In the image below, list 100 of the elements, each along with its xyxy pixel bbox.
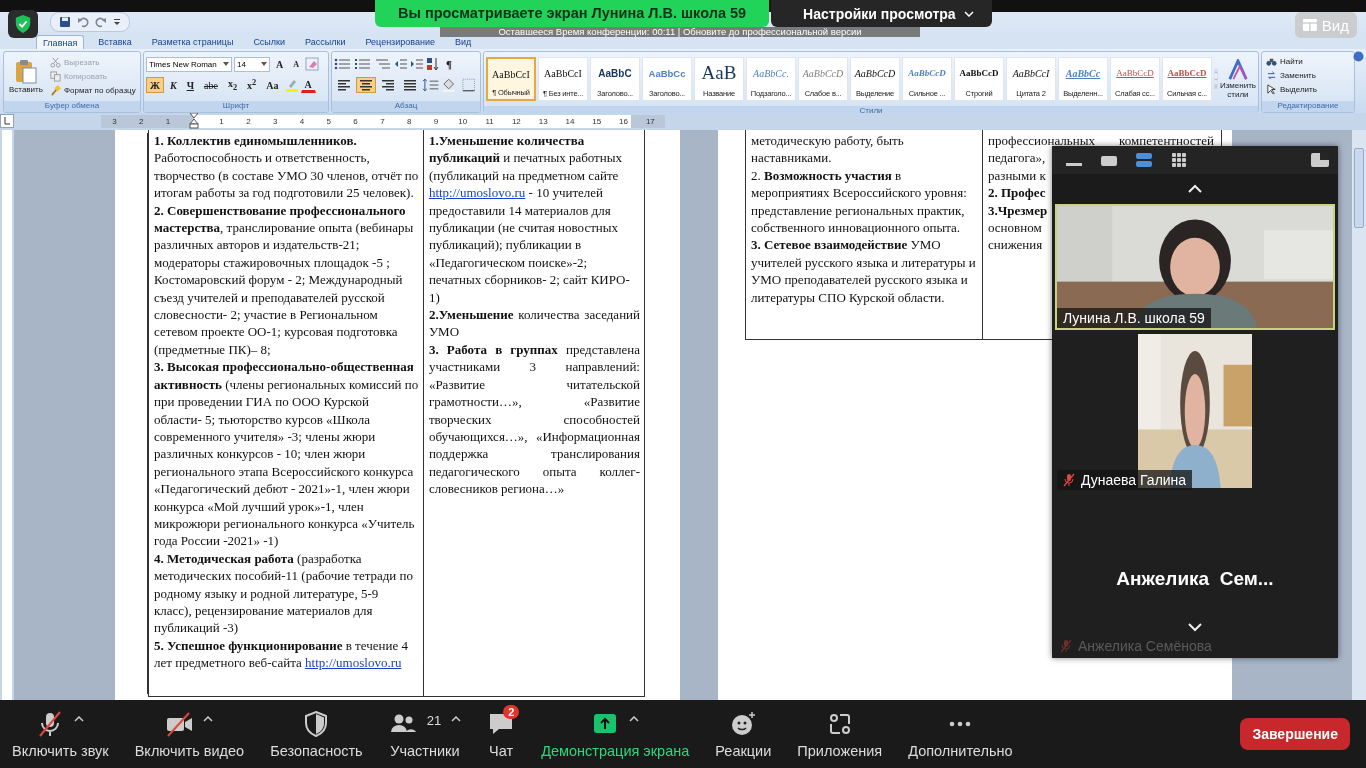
chevron-up-icon[interactable]: [1187, 184, 1203, 194]
ruler-number: 12: [510, 116, 522, 128]
align-button[interactable]: [356, 77, 376, 93]
dropdown-icon: [223, 62, 229, 66]
multilevel-list-icon[interactable]: [374, 57, 392, 71]
format-button[interactable]: x$_{2}$: [223, 77, 242, 93]
chevron-down-icon[interactable]: [1187, 622, 1203, 632]
group-label: Шрифт: [144, 101, 328, 112]
paragraph: 2. Совершенствование профессионального мастерства, транслирование опыта (вебинары различных авторов и издательств-21; модераторы стажировочных площадок -5 ; Костомаровский форум - 2; Международный съезд учителей и преподавателей русской словесности- 2; участие в Региональном сетевом проекте ОО-1; курсовая подготовка (предметные ПК)– 8;: [154, 201, 415, 359]
borders-icon[interactable]: [460, 78, 478, 92]
ribbon-tab[interactable]: Вид: [448, 35, 478, 49]
show-marks-button[interactable]: ¶: [442, 56, 456, 72]
group-label: Буфер обмена: [4, 101, 140, 112]
decrease-indent-icon[interactable]: [394, 57, 408, 71]
ribbon-tab[interactable]: Вставка: [92, 35, 138, 49]
ruler-number: 1: [218, 116, 225, 128]
toolbar-button[interactable]: [729, 710, 758, 738]
customize-caret-icon[interactable]: [113, 18, 121, 26]
shrink-font-button[interactable]: A: [289, 56, 303, 72]
ribbon-tab[interactable]: Главная: [36, 35, 85, 49]
increase-indent-icon[interactable]: [410, 57, 424, 71]
undo-icon[interactable]: [77, 16, 89, 28]
paragraph: 1. Коллектив единомышленников. Работоспособность и ответственность, творчество (в составе УМО 30 членов, отчёт по итогам работы за год подготовили 25 человек).: [154, 132, 419, 202]
text-line: снижения: [988, 236, 1043, 254]
unread-badge: 2: [503, 705, 520, 719]
caret-icon[interactable]: [451, 716, 462, 722]
toolbar-label: Дополнительно: [908, 743, 1013, 759]
font-size-field[interactable]: 14: [234, 56, 270, 72]
copy-icon: [49, 71, 61, 82]
font-color-button[interactable]: A: [300, 77, 316, 93]
toolbar-label: Демонстрация экрана: [541, 743, 690, 759]
format-button[interactable]: Ч: [182, 77, 199, 93]
toolbar-label: Включить звук: [12, 743, 109, 759]
text-line: 3.Чрезмер: [988, 201, 1048, 220]
paragraph: 3. Сетевое взаимодействие УМО учителей русского языка и литературы и УМО преподавателей русского языка и литературы СПО Курской области.: [751, 236, 977, 307]
paste-button[interactable]: Вставить: [6, 59, 46, 94]
caret-icon[interactable]: [629, 716, 640, 722]
caret-icon[interactable]: [74, 716, 85, 722]
link[interactable]: http://umoslovo.ru: [305, 655, 402, 671]
align-icon: [381, 79, 395, 91]
align-icon: [359, 79, 373, 91]
ruler-number: 15: [591, 116, 603, 128]
link[interactable]: http://umoslovo.ru: [428, 185, 526, 201]
grow-font-button[interactable]: A: [272, 56, 288, 72]
ruler-number: 6: [352, 116, 359, 128]
text-line: 2. Профес: [988, 184, 1046, 202]
bullet-list-icon[interactable]: [334, 57, 352, 71]
redo-icon[interactable]: [95, 16, 107, 28]
end-meeting-button[interactable]: Завершение: [1240, 718, 1350, 750]
paragraph: 5. Успешное функционирование в течение 4 лет предметного веб-сайта http://umoslovo.ru: [154, 636, 409, 672]
view-settings-button[interactable]: Настройки просмотра: [771, 0, 992, 27]
participant-name: Лунина Л.В. школа 59: [1063, 310, 1205, 326]
tab-selector-icon[interactable]: [0, 114, 14, 128]
scrollbar[interactable]: [1352, 130, 1366, 700]
text-line: основном: [988, 219, 1042, 237]
ruler-number: 3: [111, 116, 118, 128]
participant-name: Анжелика Сем...: [1116, 568, 1274, 590]
font-name-field[interactable]: Times New Roman: [146, 56, 232, 72]
line-spacing-icon[interactable]: [422, 78, 440, 92]
ruler-number: 9: [432, 116, 440, 128]
ribbon-tab[interactable]: Разметка страницы: [145, 35, 240, 49]
caret-icon[interactable]: [203, 716, 214, 722]
format-button[interactable]: x$^{2}$: [243, 77, 261, 93]
numbered-list-icon[interactable]: [354, 57, 372, 71]
grid-view-icon[interactable]: [1169, 152, 1189, 168]
change-styles-button[interactable]: Изменить стили: [1219, 59, 1256, 99]
toolbar-label: Участники: [390, 743, 460, 759]
group-label: Редактирование: [1262, 101, 1354, 112]
paragraph: 1.Уменьшение количества публикаций и печатных работных (публикаций на предметном сайте http://umoslovo.ru - 10 учителей предоставили 14 материалов для публикации (не считая новостных публикаций); публикации в «Педагогическом поиске»-2; печатных сборников- 2; сайт КИРО- 1): [428, 132, 631, 307]
stacked-view-icon[interactable]: [1134, 152, 1154, 168]
change-case-button[interactable]: Aa: [262, 77, 283, 93]
save-icon[interactable]: [59, 16, 71, 28]
text-line: разными к: [988, 166, 1046, 185]
camera-off-icon: [165, 710, 194, 738]
sort-icon[interactable]: [426, 57, 440, 71]
text-line: профессиональных компетентностей: [988, 132, 1214, 150]
ruler-number: 17: [644, 116, 656, 128]
toolbar-label: Безопасность: [270, 743, 363, 759]
toolbar-label: Реакции: [715, 743, 772, 759]
editing-command[interactable]: Заменить: [1264, 69, 1352, 82]
ruler-number: 10: [457, 116, 469, 128]
dropdown-icon: [261, 62, 267, 66]
editing-command[interactable]: Выделить: [1264, 83, 1352, 96]
format-button[interactable]: К: [165, 77, 181, 93]
clipboard-command[interactable]: Формат по образцу: [47, 84, 138, 97]
ruler-number: 14: [564, 116, 576, 128]
format-button[interactable]: abe: [200, 77, 222, 93]
editing-command[interactable]: Найти: [1264, 55, 1352, 68]
indent-marker-icon[interactable]: [189, 113, 199, 129]
scroll-thumb[interactable]: [1354, 148, 1364, 228]
help-icon[interactable]: [1353, 51, 1364, 62]
align-icon: [337, 79, 351, 91]
toolbar-button[interactable]: [165, 710, 194, 738]
ribbon-tab[interactable]: Рецензирование: [359, 35, 441, 49]
ruler-number: 1: [164, 116, 172, 128]
ruler-number: 13: [537, 116, 549, 128]
group-label: Абзац: [332, 101, 480, 112]
ribbon-tab[interactable]: Рассылки: [299, 35, 352, 49]
format-button[interactable]: Ж: [146, 77, 164, 93]
ribbon-tab[interactable]: Ссылки: [247, 35, 292, 49]
